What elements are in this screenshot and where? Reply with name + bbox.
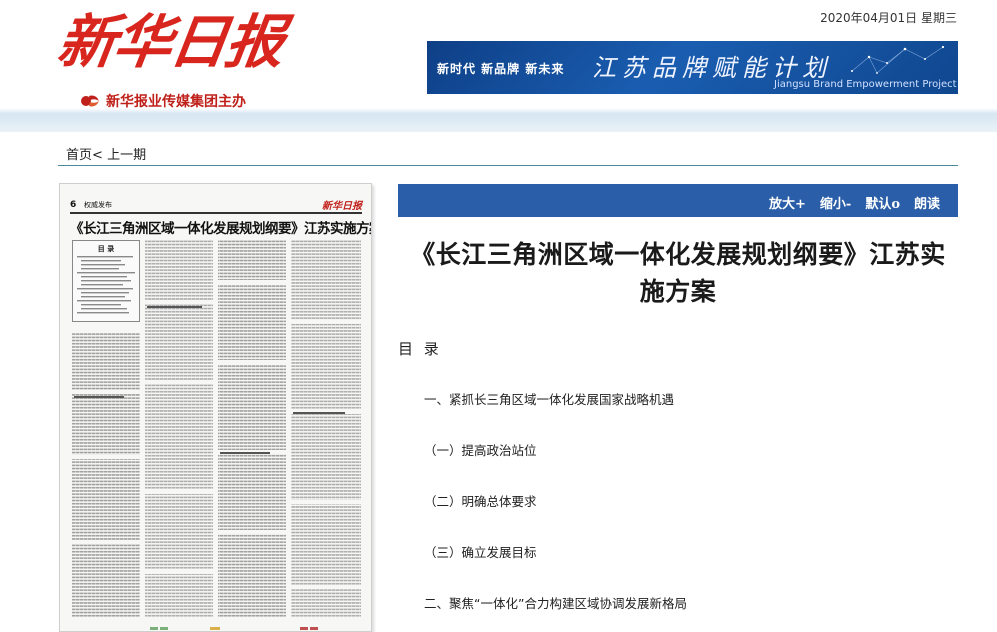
banner-title: 江苏品牌赋能计划 xyxy=(592,54,832,82)
thumbnail-logo: 新华日报 xyxy=(322,201,362,212)
article-toolbar: 放大+ 缩小- 默认o 朗读 xyxy=(398,184,958,217)
divider xyxy=(58,165,958,166)
zoom-out-button[interactable]: 缩小- xyxy=(820,193,851,212)
banner-subtitle: Jiangsu Brand Empowerment Project xyxy=(774,79,957,90)
toc-item: 一、紧抓长三角区域一体化发展国家战略机遇 xyxy=(424,392,675,407)
breadcrumb-previous-link[interactable]: 上一期 xyxy=(107,148,146,163)
brand-banner[interactable]: 新时代 新品牌 新未来 江苏品牌赋能计划 Jiangsu Brand Empow… xyxy=(427,41,958,94)
thumbnail-page-number: 6 xyxy=(70,200,77,210)
weekday-text: 星期三 xyxy=(920,11,957,25)
article-title: 《长江三角洲区域一体化发展规划纲要》江苏实施方案 xyxy=(410,240,946,306)
thumbnail-title: 《长江三角洲区域一体化发展规划纲要》江苏实施方案 xyxy=(70,221,372,237)
page-thumbnail[interactable]: 6 权威发布 新华日报 《长江三角洲区域一体化发展规划纲要》江苏实施方案 目 录 xyxy=(59,183,372,632)
thumbnail-toc-title: 目 录 xyxy=(97,245,115,253)
site-header: 新华日报 新华报业传媒集团主办 2020年04月01日 星期三 新时代 新品牌 … xyxy=(0,0,997,132)
breadcrumb: 首页< 上一期 xyxy=(66,144,146,163)
masthead-logo[interactable]: 新华日报 xyxy=(53,2,287,82)
zoom-in-button[interactable]: 放大+ xyxy=(769,193,806,212)
toc-heading: 目 录 xyxy=(398,340,442,358)
date-text: 2020年04月01日 xyxy=(820,11,918,25)
breadcrumb-home-link[interactable]: 首页 xyxy=(66,148,92,163)
publisher-text: 新华报业传媒集团主办 xyxy=(106,94,246,110)
constellation-decoration-icon xyxy=(851,45,945,74)
masthead-text: 新华日报 xyxy=(53,8,287,76)
publisher-line: 新华报业传媒集团主办 xyxy=(80,91,246,111)
publisher-logo-icon xyxy=(81,95,99,107)
toc-item: （一）提高政治站位 xyxy=(424,443,537,458)
toc-item: （三）确立发展目标 xyxy=(424,545,537,560)
thumbnail-rule xyxy=(70,212,362,214)
toc-item: （二）明确总体要求 xyxy=(424,494,537,509)
toc-item: 二、聚焦“一体化”合力构建区域协调发展新格局 xyxy=(424,596,687,611)
breadcrumb-separator: < xyxy=(92,148,103,163)
issue-date: 2020年04月01日 星期三 xyxy=(820,9,957,26)
read-aloud-button[interactable]: 朗读 xyxy=(914,193,940,212)
default-size-button[interactable]: 默认o xyxy=(865,193,900,212)
thumbnail-header: 6 权威发布 新华日报 xyxy=(70,200,362,212)
thumbnail-toc-box: 目 录 xyxy=(72,240,140,322)
thumbnail-section: 权威发布 xyxy=(84,201,112,209)
thumbnail-toc-lines xyxy=(77,256,135,314)
thumbnail-footer xyxy=(150,627,318,630)
banner-slogan: 新时代 新品牌 新未来 xyxy=(437,62,565,76)
